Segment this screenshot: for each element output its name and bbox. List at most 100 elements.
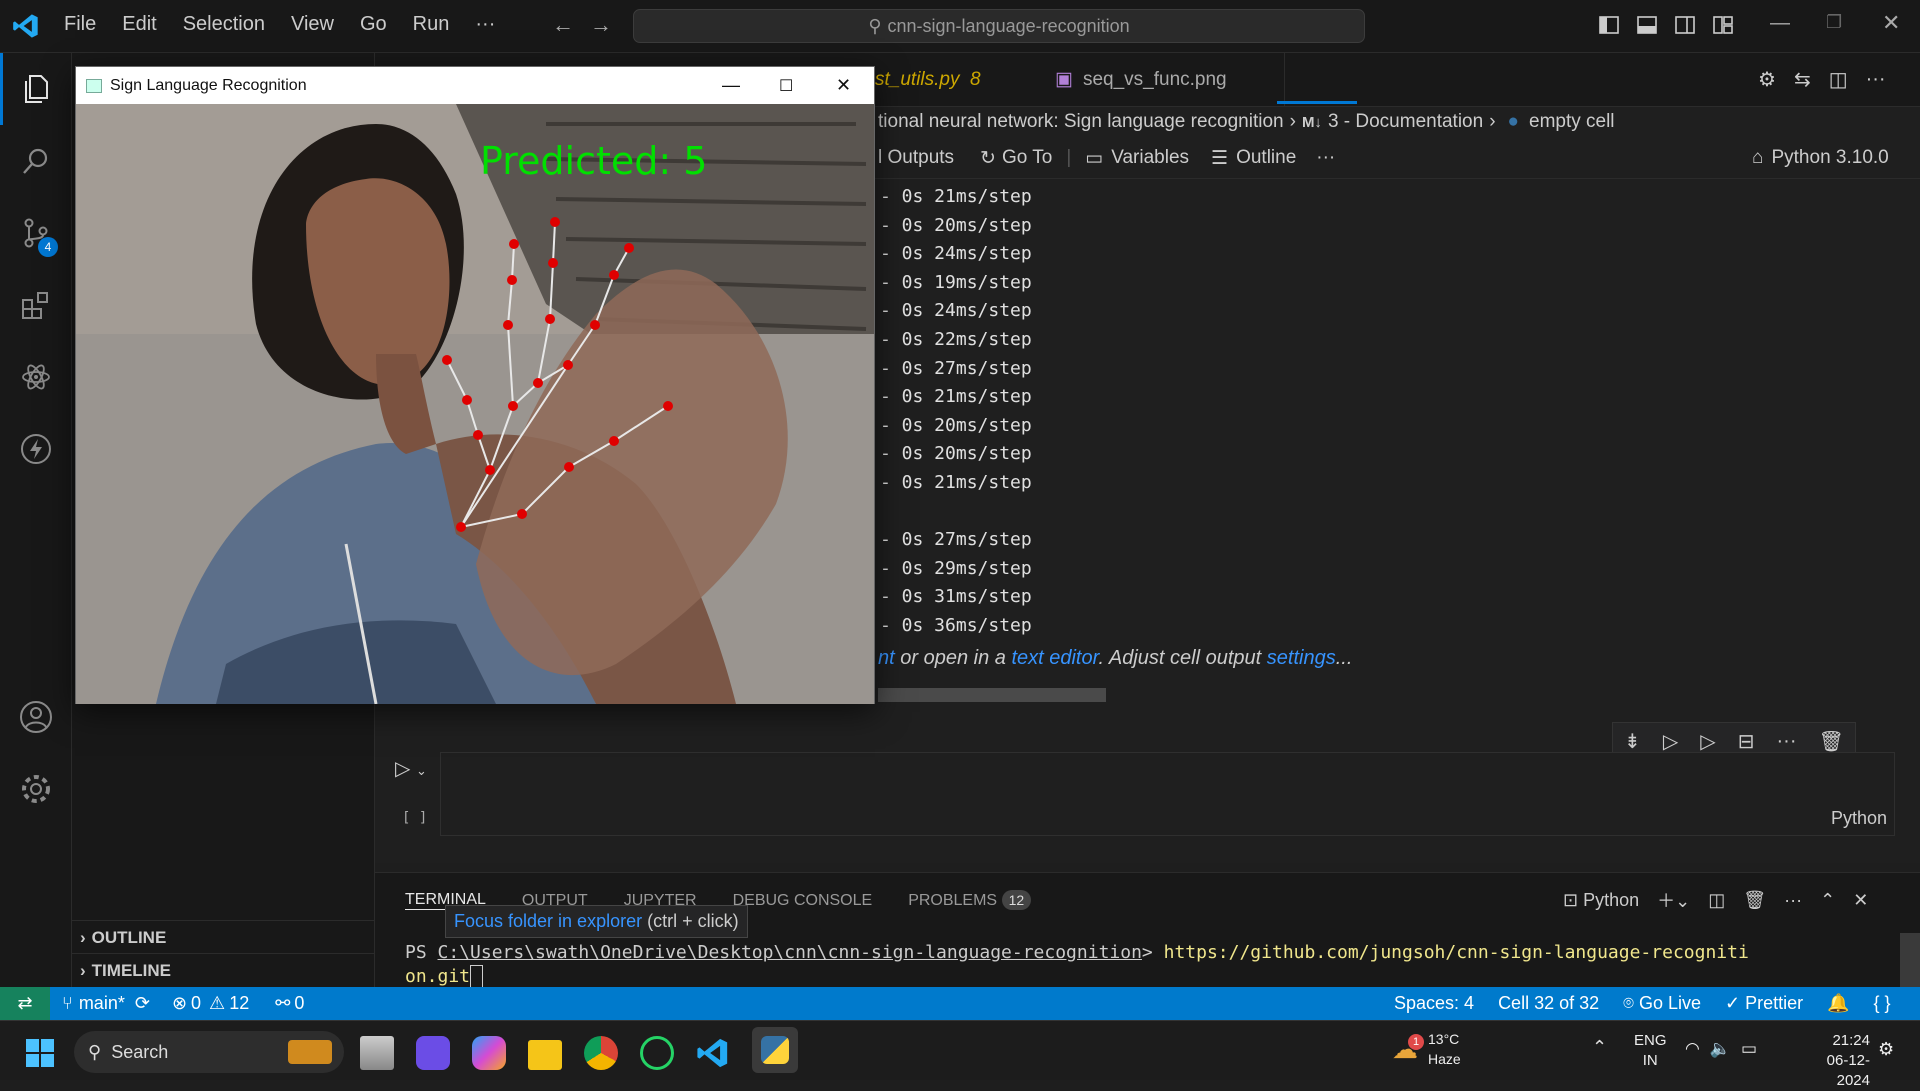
cell-language-label[interactable]: Python [1831,808,1887,829]
input-language[interactable]: ENG IN [1634,1031,1667,1071]
notification-center-icon[interactable]: ⚙ [1878,1039,1894,1060]
volume-icon[interactable]: 🔈 [1710,1039,1731,1059]
clock[interactable]: 21:24 06-12-2024 [1794,1031,1870,1091]
run-cell-button[interactable]: ▷ ⌄ [395,756,427,781]
maximize-panel-icon[interactable]: ⌃ [1820,890,1835,911]
breadcrumb-item[interactable]: 3 - Documentation [1328,111,1483,133]
breadcrumb-item[interactable]: empty cell [1529,111,1615,133]
manage-gear-icon[interactable] [0,753,72,825]
warning-count[interactable]: 12 [229,993,249,1014]
toggle-primary-sidebar-icon[interactable] [1598,14,1620,36]
ports-count[interactable]: 0 [294,993,304,1014]
split-terminal-icon[interactable]: ◫ [1708,890,1725,911]
terminal-output[interactable]: PS C:\Users\swath\OneDrive\Desktop\cnn\c… [405,941,1895,989]
lightning-icon[interactable] [0,413,72,485]
toolbar-more-icon[interactable]: ··· [1316,147,1335,169]
terminal-profile[interactable]: ⊡ Python [1563,890,1639,911]
tab-test-utils[interactable]: st_utils.py 8 [855,53,1001,107]
taskbar-search[interactable]: ⚲ Search [74,1031,344,1073]
back-arrow-icon[interactable]: ← [552,12,574,38]
file-explorer-icon[interactable] [528,1040,562,1070]
opencv-close-button[interactable]: ✕ [836,75,851,96]
menu-selection[interactable]: Selection [183,13,265,36]
outline-section-header[interactable]: › OUTLINE [72,920,375,954]
menu-edit[interactable]: Edit [122,13,156,36]
open-scrollable-link[interactable]: nt [878,647,895,669]
braces-icon[interactable]: { } [1874,993,1891,1014]
menu-view[interactable]: View [291,13,334,36]
toggle-panel-icon[interactable] [1636,14,1658,36]
split-editor-icon[interactable]: ◫ [1829,67,1848,92]
goto-button[interactable]: Go To [1002,147,1052,169]
opencv-minimize-button[interactable]: — [722,75,740,96]
prettier-button[interactable]: ✓ Prettier [1725,993,1803,1014]
go-live-button[interactable]: ⌾ Go Live [1623,993,1701,1014]
opencv-window[interactable]: Sign Language Recognition — ☐ ✕ Predicte… [75,66,875,704]
tab-problems[interactable]: PROBLEMS 12 [908,889,1032,910]
toggle-secondary-sidebar-icon[interactable] [1674,14,1696,36]
accounts-icon[interactable] [0,681,72,753]
search-sidebar-icon[interactable] [0,125,72,197]
settings-link[interactable]: settings [1267,647,1336,669]
kill-terminal-icon[interactable]: 🗑 [1743,890,1766,911]
menu-run[interactable]: Run [413,13,450,36]
menu-file[interactable]: File [64,13,96,36]
show-hidden-icons-chevron-icon[interactable]: ⌃ [1592,1037,1607,1058]
tooltip-link[interactable]: Focus folder in explorer [454,911,642,931]
weather-widget[interactable]: ☁ 1 13°C Haze [1392,1029,1461,1069]
battery-icon[interactable]: ▭ [1741,1039,1757,1059]
terminal-path-link[interactable]: C:\Users\swath\OneDrive\Desktop\cnn\cnn-… [438,942,1142,963]
timeline-section-header[interactable]: › TIMELINE [72,953,375,987]
whatsapp-icon[interactable] [640,1036,674,1070]
explorer-icon[interactable] [0,53,72,125]
copilot-app-icon[interactable] [416,1036,450,1070]
text-editor-link[interactable]: text editor [1011,647,1098,669]
kernel-picker[interactable]: ⌂ Python 3.10.0 [1752,143,1889,173]
python-taskbar-icon[interactable] [752,1027,798,1073]
cell-more-icon[interactable]: ··· [1777,730,1797,753]
run-below-icon[interactable]: ▷ [1700,729,1715,754]
minimize-window-button[interactable]: — [1770,12,1790,35]
close-panel-icon[interactable]: ✕ [1853,890,1868,911]
tab-debug-console[interactable]: DEBUG CONSOLE [733,892,873,910]
panel-more-icon[interactable]: ··· [1784,890,1802,911]
delete-cell-icon[interactable]: 🗑 [1819,729,1844,754]
windows-start-icon[interactable] [26,1039,54,1067]
menu-more[interactable]: ··· [475,13,495,36]
settings-gear-icon[interactable]: ⚙ [1758,67,1776,92]
tab-seq-vs-func[interactable]: ▣ seq_vs_func.png [1035,52,1285,107]
error-count[interactable]: 0 [191,993,201,1014]
horizontal-scrollbar[interactable] [878,688,1106,702]
task-view-icon[interactable] [360,1036,394,1070]
clear-outputs-button[interactable]: l Outputs [878,147,954,169]
cell-position-status[interactable]: Cell 32 of 32 [1498,993,1599,1014]
more-actions-icon[interactable]: ··· [1866,68,1886,91]
sync-icon[interactable]: ⟳ [135,993,150,1014]
forward-arrow-icon[interactable]: → [590,12,612,38]
code-cell-editor[interactable] [440,752,1895,836]
react-atom-icon[interactable] [0,341,72,413]
wifi-icon[interactable]: ◠ [1685,1039,1700,1059]
opencv-maximize-button[interactable]: ☐ [779,76,793,96]
vscode-taskbar-icon[interactable] [696,1036,730,1070]
variables-button[interactable]: Variables [1111,147,1189,169]
terminal-scrollbar[interactable] [1900,933,1920,988]
run-above-icon[interactable]: ▷ [1663,729,1678,754]
split-cell-icon[interactable]: ⊟ [1738,729,1755,754]
source-control-icon[interactable]: 4 [0,197,72,269]
new-terminal-icon[interactable]: ＋⌄ [1657,887,1690,913]
customize-layout-icon[interactable] [1712,14,1734,36]
compare-changes-icon[interactable]: ⇆ [1794,67,1811,92]
restore-window-button[interactable]: ❐ [1826,12,1842,33]
remote-indicator-icon[interactable]: ⇄ [0,987,50,1020]
close-window-button[interactable]: ✕ [1882,10,1900,36]
branch-label[interactable]: main* [79,993,125,1014]
copilot-icon[interactable] [472,1036,506,1070]
chrome-icon[interactable] [584,1036,618,1070]
menu-go[interactable]: Go [360,13,387,36]
outline-button[interactable]: Outline [1236,147,1296,169]
indentation-status[interactable]: Spaces: 4 [1394,993,1474,1014]
breadcrumb-item[interactable]: tional neural network: Sign language rec… [878,111,1284,133]
notifications-bell-icon[interactable]: 🔔 [1827,993,1849,1014]
command-center-search[interactable]: ⚲ cnn-sign-language-recognition [633,9,1365,43]
